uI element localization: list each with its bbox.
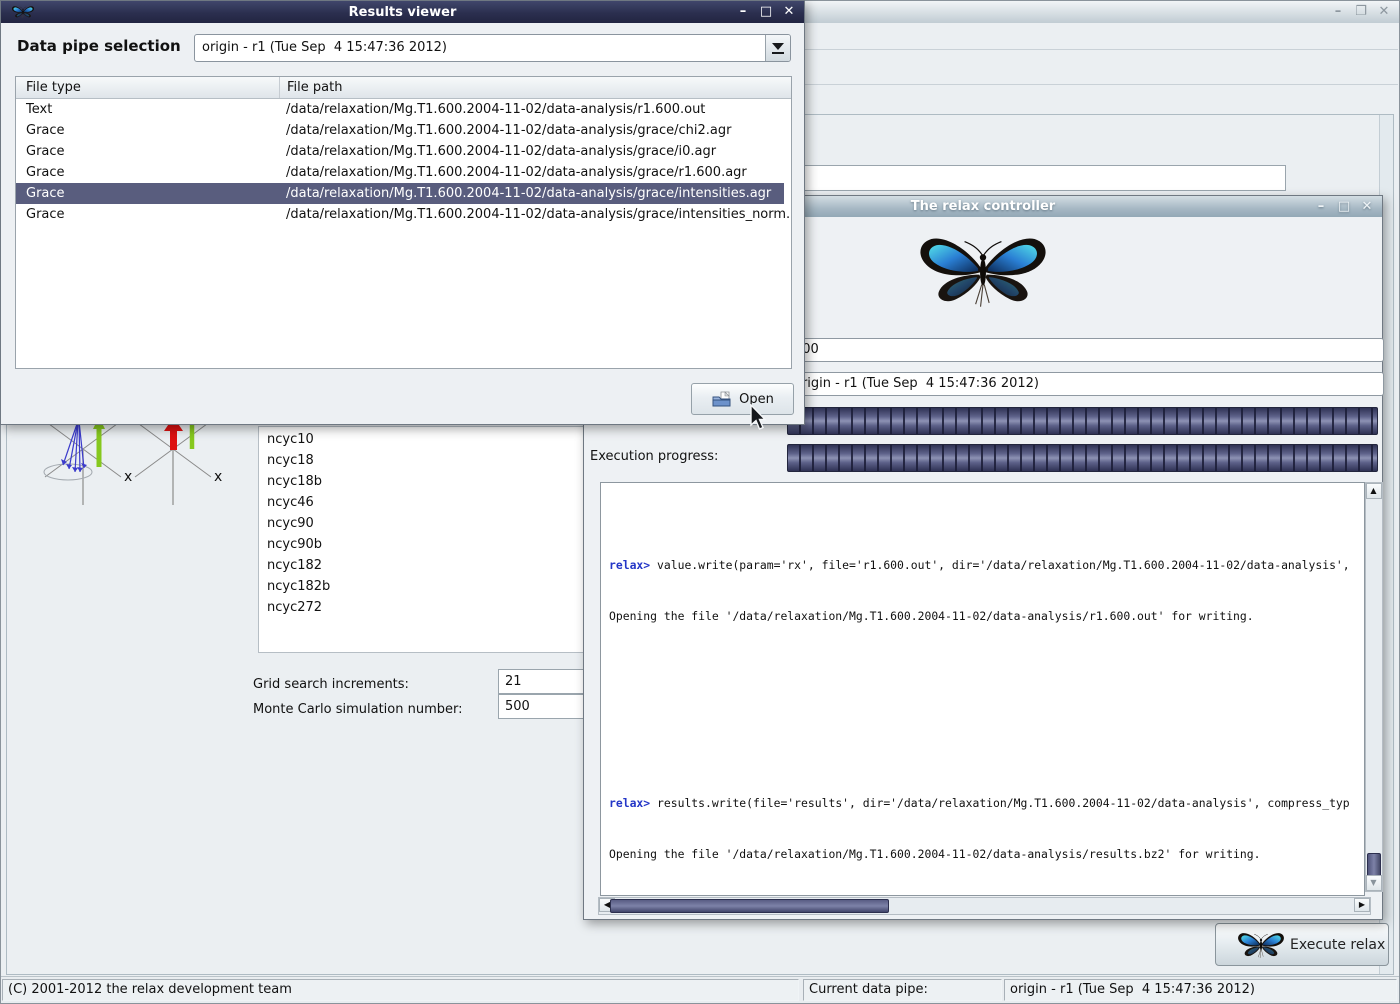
relax-prompt: relax> bbox=[609, 796, 650, 810]
restore-icon[interactable]: ❐ bbox=[1354, 5, 1368, 19]
monte-carlo-label: Monte Carlo simulation number: bbox=[253, 699, 463, 720]
status-bar: (C) 2001-2012 the relax development team… bbox=[1, 976, 1399, 1003]
spectrum-list-item[interactable]: ncyc46 bbox=[259, 492, 592, 513]
axis-x-label-right: x bbox=[214, 469, 222, 485]
scroll-down-icon[interactable]: ▼ bbox=[1366, 875, 1382, 891]
table-row[interactable]: Grace /data/relaxation/Mg.T1.600.2004-11… bbox=[16, 162, 791, 183]
file-path-cell: /data/relaxation/Mg.T1.600.2004-11-02/da… bbox=[279, 183, 784, 204]
column-header-file-path[interactable]: File path bbox=[279, 77, 791, 98]
table-row[interactable]: Grace /data/relaxation/Mg.T1.600.2004-11… bbox=[16, 120, 791, 141]
file-path-cell: /data/relaxation/Mg.T1.600.2004-11-02/da… bbox=[279, 120, 791, 141]
desktop: – ❐ ✕ bbox=[0, 0, 1400, 1004]
table-row[interactable]: Text /data/relaxation/Mg.T1.600.2004-11-… bbox=[16, 99, 791, 120]
execute-relax-button[interactable]: Execute relax bbox=[1215, 923, 1389, 966]
console-output: Opening the file '/data/relaxation/Mg.T1… bbox=[609, 846, 1364, 863]
results-viewer-window: Results viewer – □ ✕ Data pipe selection… bbox=[0, 0, 805, 425]
spectrum-list-item[interactable]: ncyc18 bbox=[259, 450, 592, 471]
chevron-down-icon bbox=[772, 43, 784, 50]
butterfly-icon bbox=[883, 228, 1083, 314]
file-path-cell: /data/relaxation/Mg.T1.600.2004-11-02/da… bbox=[279, 204, 791, 225]
file-path-cell: /data/relaxation/Mg.T1.600.2004-11-02/da… bbox=[279, 99, 791, 120]
maximize-icon[interactable]: □ bbox=[759, 5, 773, 19]
results-file-table: File type File path Text /data/relaxatio… bbox=[15, 76, 792, 369]
console-horizontal-scrollbar[interactable]: ◀ ▶ bbox=[598, 897, 1371, 915]
status-copyright: (C) 2001-2012 the relax development team bbox=[2, 979, 799, 1001]
console-blank-line bbox=[609, 659, 1364, 676]
minimize-icon[interactable]: – bbox=[736, 5, 750, 19]
spectrum-list-item[interactable]: ncyc272 bbox=[259, 597, 592, 618]
minimize-icon[interactable]: – bbox=[1314, 200, 1328, 214]
r1-vector-diagram: x y x y bbox=[21, 415, 261, 507]
close-icon[interactable]: ✕ bbox=[1360, 200, 1374, 214]
butterfly-icon bbox=[10, 4, 36, 20]
console-command: results.write(file='results', dir='/data… bbox=[650, 796, 1350, 810]
window-butterfly-icon bbox=[10, 4, 36, 20]
results-viewer-titlebar[interactable]: Results viewer – □ ✕ bbox=[1, 1, 804, 23]
table-row[interactable]: Grace /data/relaxation/Mg.T1.600.2004-11… bbox=[16, 204, 791, 225]
execution-progress-bar bbox=[787, 444, 1378, 472]
open-file-icon bbox=[711, 391, 732, 408]
relax-logo bbox=[883, 228, 1083, 314]
file-type-cell: Grace bbox=[16, 204, 279, 225]
table-body: Text /data/relaxation/Mg.T1.600.2004-11-… bbox=[16, 99, 791, 225]
file-path-cell: /data/relaxation/Mg.T1.600.2004-11-02/da… bbox=[279, 162, 791, 183]
close-icon[interactable]: ✕ bbox=[1377, 5, 1391, 19]
relax-prompt: relax> bbox=[609, 558, 650, 572]
grid-search-label: Grid search increments: bbox=[253, 674, 409, 695]
file-path-cell: /data/relaxation/Mg.T1.600.2004-11-02/da… bbox=[279, 141, 791, 162]
relax-log-console[interactable]: relax> value.write(param='rx', file='r1.… bbox=[600, 482, 1365, 896]
combobox-dropdown-button[interactable] bbox=[765, 35, 790, 61]
console-output: Opening the file '/data/relaxation/Mg.T1… bbox=[609, 608, 1364, 625]
chevron-bar bbox=[772, 52, 784, 54]
scroll-up-icon[interactable]: ▲ bbox=[1366, 483, 1382, 499]
spectrum-list-item[interactable]: ncyc90 bbox=[259, 513, 592, 534]
butterfly-icon bbox=[1234, 926, 1288, 964]
horizontal-scroll-thumb[interactable] bbox=[610, 899, 889, 913]
file-type-cell: Grace bbox=[16, 120, 279, 141]
data-pipe-combobox-value: origin - r1 (Tue Sep 4 15:47:36 2012) bbox=[202, 35, 447, 61]
spectrum-list-item[interactable]: ncyc10 bbox=[259, 429, 592, 450]
analysis-name-field: 600 bbox=[787, 338, 1384, 362]
spectrum-list-item[interactable]: ncyc182b bbox=[259, 576, 592, 597]
file-type-cell: Grace bbox=[16, 162, 279, 183]
column-header-file-type[interactable]: File type bbox=[16, 77, 279, 98]
spectrum-list-item[interactable]: ncyc90b bbox=[259, 534, 592, 555]
execute-relax-label: Execute relax bbox=[1290, 937, 1385, 953]
data-pipe-combobox[interactable]: origin - r1 (Tue Sep 4 15:47:36 2012) bbox=[194, 34, 791, 62]
controller-title: The relax controller bbox=[911, 199, 1055, 214]
axis-x-label-left: x bbox=[124, 469, 132, 485]
data-pipe-selection-label: Data pipe selection bbox=[17, 37, 181, 55]
maximize-icon[interactable]: □ bbox=[1337, 200, 1351, 214]
console-entry: relax> value.write(param='rx', file='r1.… bbox=[609, 523, 1364, 710]
spectra-list[interactable]: ncyc10 ncyc18 ncyc18b ncyc46 ncyc90 ncyc… bbox=[258, 426, 593, 653]
table-row[interactable]: Grace /data/relaxation/Mg.T1.600.2004-11… bbox=[16, 183, 784, 204]
status-pipe-value: origin - r1 (Tue Sep 4 15:47:36 2012) bbox=[1004, 979, 1397, 1001]
console-vertical-scrollbar[interactable]: ▲ ▼ bbox=[1365, 482, 1383, 892]
scroll-right-icon[interactable]: ▶ bbox=[1354, 898, 1370, 912]
spectrum-list-item[interactable]: ncyc18b bbox=[259, 471, 592, 492]
file-type-cell: Grace bbox=[16, 141, 279, 162]
console-command: value.write(param='rx', file='r1.600.out… bbox=[650, 558, 1350, 572]
file-type-cell: Grace bbox=[16, 183, 279, 204]
console-entry: relax> results.write(file='results', dir… bbox=[609, 761, 1364, 896]
execution-progress-label: Execution progress: bbox=[590, 449, 718, 464]
analysis-progress-bar bbox=[787, 407, 1378, 435]
table-header[interactable]: File type File path bbox=[16, 77, 791, 99]
results-viewer-title: Results viewer bbox=[349, 5, 457, 20]
minimize-icon[interactable]: – bbox=[1331, 5, 1345, 19]
open-button[interactable]: Open bbox=[691, 383, 794, 415]
spectrum-list-item[interactable]: ncyc182 bbox=[259, 555, 592, 576]
current-pipe-field: origin - r1 (Tue Sep 4 15:47:36 2012) bbox=[787, 372, 1384, 396]
status-pipe-label: Current data pipe: bbox=[803, 979, 1002, 1001]
close-icon[interactable]: ✕ bbox=[782, 5, 796, 19]
table-row[interactable]: Grace /data/relaxation/Mg.T1.600.2004-11… bbox=[16, 141, 791, 162]
mouse-cursor bbox=[748, 404, 768, 432]
file-type-cell: Text bbox=[16, 99, 279, 120]
butterfly-icon-slot bbox=[1226, 926, 1280, 964]
